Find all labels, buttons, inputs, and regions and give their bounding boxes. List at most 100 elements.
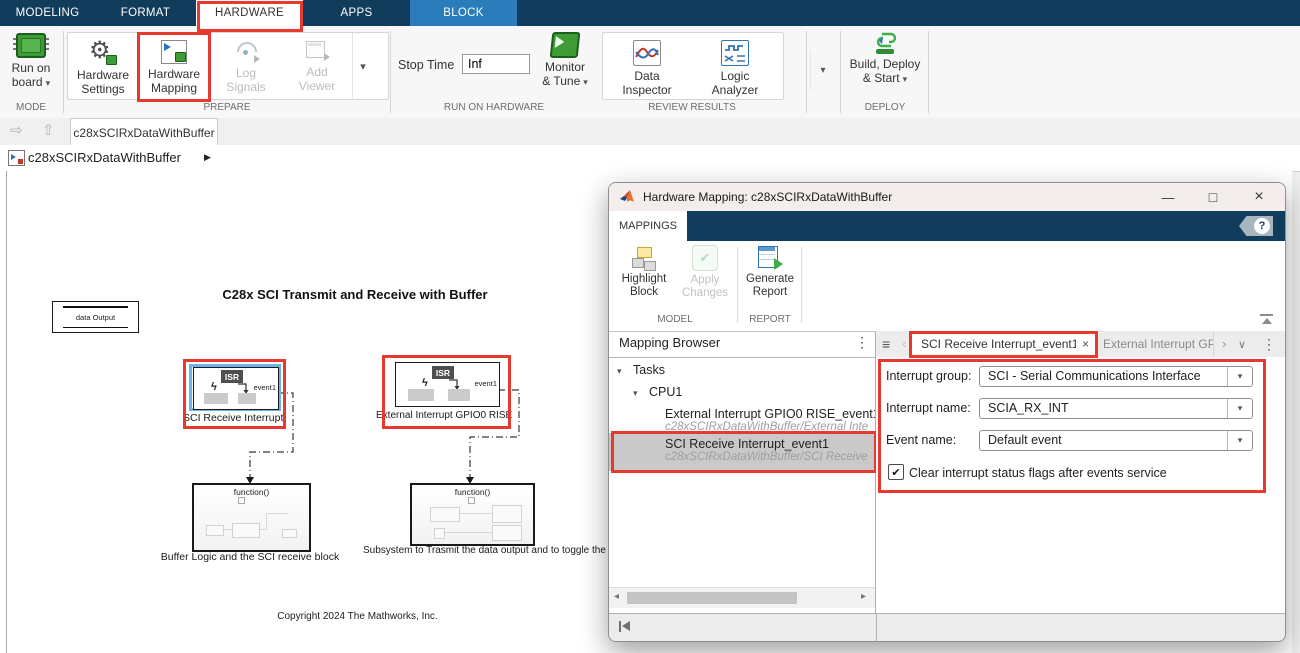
dropdown-icon: ▾ bbox=[903, 74, 908, 84]
hardware-mapping-dialog: Hardware Mapping: c28xSCIRxDataWithBuffe… bbox=[608, 182, 1286, 642]
dialog-ribbon: MAPPINGS ? bbox=[609, 211, 1285, 241]
tab-close-icon[interactable]: × bbox=[1082, 337, 1089, 351]
maximize-button[interactable]: □ bbox=[1195, 183, 1231, 211]
hardware-mapping-icon bbox=[161, 40, 187, 64]
hardware-mapping-button[interactable]: Hardware Mapping bbox=[138, 33, 210, 99]
mode-section-label: MODE bbox=[0, 101, 62, 115]
chevron-down-icon[interactable]: ∨ bbox=[1238, 338, 1246, 351]
tree-item-tasks[interactable]: Tasks bbox=[633, 363, 665, 377]
review-results-section-label: REVIEW RESULTS bbox=[602, 101, 782, 115]
model-section-label: MODEL bbox=[615, 314, 735, 325]
mappings-tab[interactable]: MAPPINGS bbox=[609, 211, 687, 241]
tab-format[interactable]: FORMAT bbox=[95, 0, 196, 26]
chevron-left-icon[interactable]: ‹ bbox=[902, 336, 906, 351]
clear-interrupt-checkbox-label: Clear interrupt status flags after event… bbox=[909, 466, 1167, 480]
copyright-text: Copyright 2024 The Mathworks, Inc. bbox=[250, 611, 465, 622]
prepare-overflow-button[interactable]: ▾ bbox=[352, 33, 373, 99]
matlab-logo-icon bbox=[619, 189, 635, 205]
dialog-title-bar[interactable]: Hardware Mapping: c28xSCIRxDataWithBuffe… bbox=[609, 183, 1285, 212]
mapping-tree[interactable]: ▾ Tasks ▾ CPU1 External Interrupt GPIO0 … bbox=[609, 357, 876, 587]
review-results-overflow-button[interactable]: ▾ bbox=[810, 50, 835, 90]
close-button[interactable]: × bbox=[1239, 183, 1279, 211]
interrupt-group-select[interactable]: SCI - Serial Communications Interface ▾ bbox=[979, 366, 1253, 387]
skip-to-start-icon[interactable] bbox=[619, 621, 631, 632]
fn2-subsystem-block[interactable]: function() bbox=[410, 483, 535, 546]
log-signals-button[interactable]: Log Signals bbox=[210, 33, 282, 99]
run-on-board-button[interactable]: Run on board▾ bbox=[2, 30, 60, 90]
hamburger-icon[interactable]: ≡ bbox=[882, 336, 890, 352]
chevron-right-icon[interactable]: › bbox=[1222, 336, 1226, 351]
build-deploy-start-button[interactable]: Build, Deploy & Start▾ bbox=[846, 30, 924, 86]
detail-form: Interrupt group: SCI - Serial Communicat… bbox=[876, 357, 1285, 613]
fn1-caption: Buffer Logic and the SCI receive block bbox=[160, 551, 340, 563]
breadcrumb-model[interactable]: c28xSCIRxDataWithBuffer bbox=[28, 150, 181, 165]
tree-item-external-interrupt[interactable]: External Interrupt GPIO0 RISE_event1 bbox=[665, 407, 876, 421]
check-icon: ✔ bbox=[891, 466, 900, 479]
detail-panel: ≡ ‹ SCI Receive Interrupt_event1 × Exter… bbox=[876, 331, 1285, 613]
ribbon-tab-bar: MODELING FORMAT HARDWARE APPS BLOCK bbox=[0, 0, 1300, 26]
event-port-label: event1 bbox=[474, 379, 497, 388]
dialog-status-bar bbox=[609, 613, 1285, 642]
scrollbar-thumb[interactable] bbox=[627, 592, 797, 604]
document-tab[interactable]: c28xSCIRxDataWithBuffer bbox=[70, 118, 218, 146]
tab-sci-receive-interrupt[interactable]: SCI Receive Interrupt_event1 × bbox=[912, 331, 1095, 357]
scroll-left-icon[interactable]: ◂ bbox=[614, 591, 619, 602]
fn1-header: function() bbox=[194, 487, 309, 497]
toolstrip: Run on board▾ MODE ⚙ Hardware Settings H… bbox=[0, 26, 1300, 119]
combo-arrow-icon: ▾ bbox=[1227, 399, 1252, 418]
tree-item-sci-receive[interactable]: SCI Receive Interrupt_event1 bbox=[665, 437, 829, 451]
interrupt-name-select[interactable]: SCIA_RX_INT ▾ bbox=[979, 398, 1253, 419]
combo-arrow-icon: ▾ bbox=[1227, 431, 1252, 450]
up-arrow-icon[interactable]: ⇧ bbox=[42, 121, 55, 139]
prepare-section-label: PREPARE bbox=[67, 101, 387, 115]
stop-time-input[interactable] bbox=[462, 54, 530, 74]
minimize-button[interactable]: — bbox=[1150, 183, 1186, 211]
isr2-block[interactable]: ISR ϟ event1 bbox=[395, 362, 500, 407]
caret-down-icon[interactable]: ▾ bbox=[617, 366, 622, 377]
logic-analyzer-button[interactable]: Logic Analyzer bbox=[691, 33, 779, 99]
generate-report-button[interactable]: Generate Report bbox=[741, 245, 799, 299]
horizontal-scrollbar[interactable]: ◂ ▸ bbox=[609, 587, 875, 608]
tab-external-interrupt[interactable]: External Interrupt GP bbox=[1095, 331, 1214, 357]
data-inspector-button[interactable]: Data Inspector bbox=[603, 33, 691, 99]
run-on-hardware-section-label: RUN ON HARDWARE bbox=[392, 101, 596, 115]
add-viewer-icon bbox=[305, 40, 329, 62]
caret-down-icon[interactable]: ▾ bbox=[633, 388, 638, 399]
tab-hardware[interactable]: HARDWARE bbox=[196, 0, 303, 26]
hardware-settings-button[interactable]: ⚙ Hardware Settings bbox=[68, 33, 138, 99]
data-output-block[interactable]: data Output bbox=[52, 301, 139, 333]
event-port-label: event1 bbox=[253, 383, 276, 392]
help-button[interactable]: ? bbox=[1239, 216, 1273, 236]
logic-analyzer-icon bbox=[721, 40, 749, 66]
document-tab-bar: ⇨ ⇧ c28xSCIRxDataWithBuffer bbox=[0, 118, 1300, 146]
isr1-block[interactable]: ISR ϟ event1 bbox=[193, 367, 279, 410]
model-title: C28x SCI Transmit and Receive with Buffe… bbox=[180, 287, 530, 302]
tree-item-path: c28xSCIRxDataWithBuffer/External Inte bbox=[665, 421, 868, 433]
fn2-header: function() bbox=[412, 487, 533, 497]
forward-arrow-icon[interactable]: ⇨ bbox=[10, 121, 23, 139]
tree-item-cpu1[interactable]: CPU1 bbox=[649, 385, 682, 399]
panel-menu-icon[interactable]: ⋮ bbox=[855, 334, 869, 351]
event-name-label: Event name: bbox=[886, 433, 956, 447]
tab-apps[interactable]: APPS bbox=[303, 0, 410, 26]
collapse-ribbon-icon[interactable] bbox=[1259, 313, 1275, 326]
dialog-title: Hardware Mapping: c28xSCIRxDataWithBuffe… bbox=[643, 190, 892, 204]
deploy-section-label: DEPLOY bbox=[846, 101, 924, 115]
breadcrumb: c28xSCIRxDataWithBuffer ▶ bbox=[0, 145, 1300, 172]
trigger-port bbox=[238, 497, 245, 504]
mapping-browser-panel: Mapping Browser ⋮ ▾ Tasks ▾ CPU1 Externa… bbox=[609, 331, 877, 613]
prepare-gallery: ⚙ Hardware Settings Hardware Mapping Log… bbox=[67, 32, 389, 100]
tab-block[interactable]: BLOCK bbox=[410, 0, 517, 26]
monitor-tune-icon bbox=[550, 32, 581, 58]
highlight-block-button[interactable]: Highlight Block bbox=[615, 245, 673, 299]
breadcrumb-arrow-icon[interactable]: ▶ bbox=[204, 152, 211, 163]
add-viewer-button[interactable]: Add Viewer bbox=[282, 33, 352, 99]
clear-interrupt-checkbox[interactable]: ✔ bbox=[888, 464, 904, 480]
tab-menu-icon[interactable]: ⋮ bbox=[1262, 336, 1276, 353]
tab-modeling[interactable]: MODELING bbox=[0, 0, 95, 26]
fn1-subsystem-block[interactable]: function() bbox=[192, 483, 311, 552]
scroll-right-icon[interactable]: ▸ bbox=[861, 591, 866, 602]
apply-changes-button[interactable]: ✔ Apply Changes bbox=[675, 245, 735, 300]
monitor-tune-button[interactable]: Monitor & Tune▾ bbox=[532, 30, 598, 89]
event-name-select[interactable]: Default event ▾ bbox=[979, 430, 1253, 451]
